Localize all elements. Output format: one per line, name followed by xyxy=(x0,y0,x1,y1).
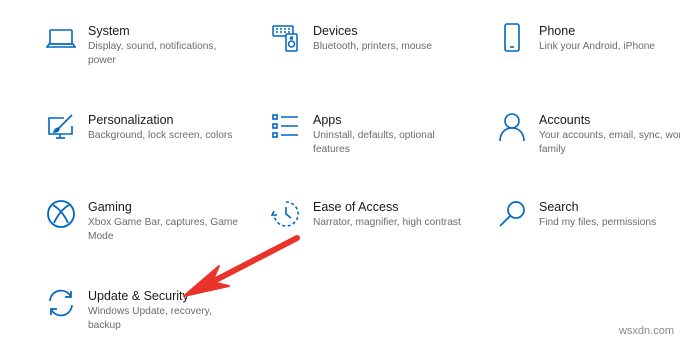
annotation-arrow xyxy=(183,235,300,297)
watermark: wsxdn.com xyxy=(618,325,674,337)
